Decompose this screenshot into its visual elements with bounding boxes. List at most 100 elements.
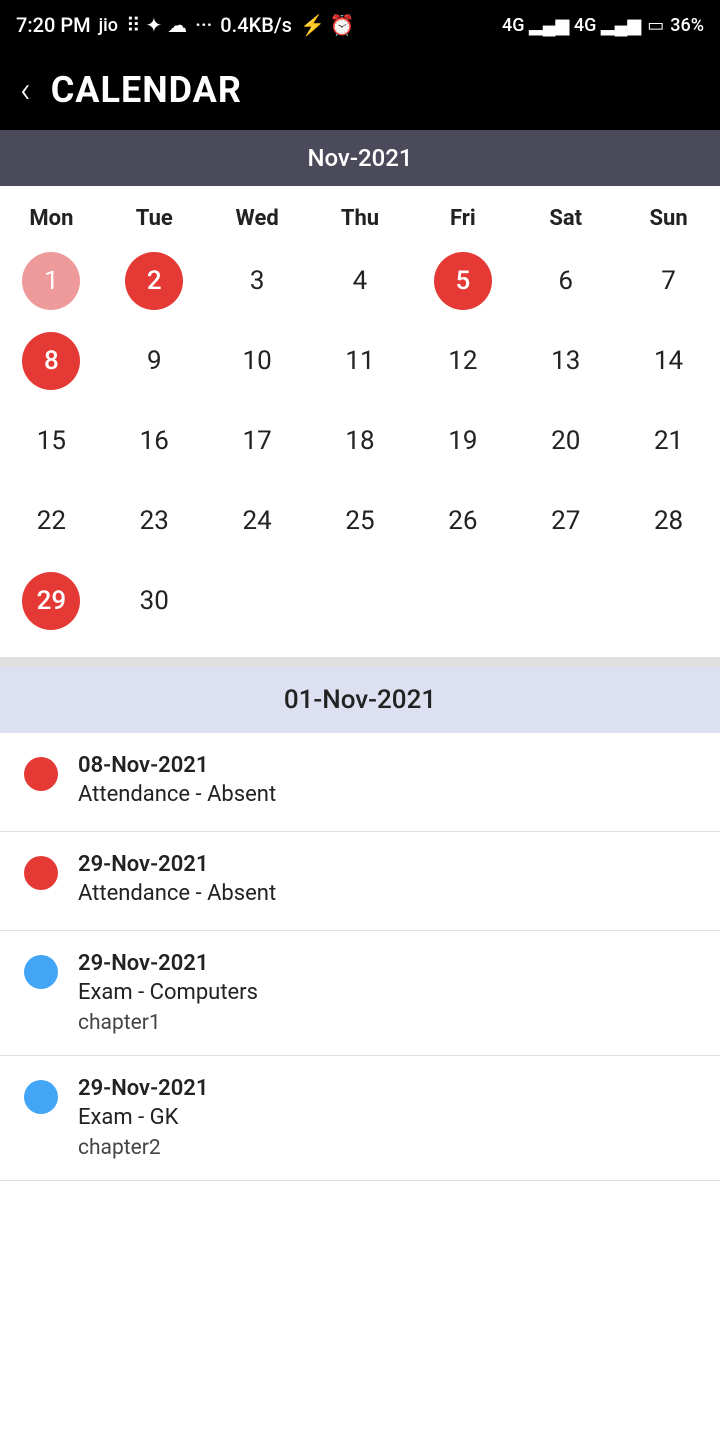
app-header: ‹ CALENDAR — [0, 50, 720, 130]
cal-cell[interactable]: 21 — [617, 405, 720, 477]
events-section: 01-Nov-2021 08-Nov-2021Attendance - Abse… — [0, 667, 720, 1181]
cal-day-14[interactable]: 14 — [640, 332, 698, 390]
cal-day-18[interactable]: 18 — [331, 412, 389, 470]
cal-day-11[interactable]: 11 — [331, 332, 389, 390]
cal-cell[interactable]: 14 — [617, 325, 720, 397]
signal-bars: 4G ▂▄▆ 4G ▂▄▆ — [502, 15, 641, 36]
cal-day-27[interactable]: 27 — [537, 492, 595, 550]
cal-cell[interactable]: 18 — [309, 405, 412, 477]
cal-cell[interactable]: 20 — [514, 405, 617, 477]
day-header-sat: Sat — [514, 206, 617, 231]
section-divider — [0, 657, 720, 667]
cal-cell[interactable]: 28 — [617, 485, 720, 557]
cal-day-1[interactable]: 1 — [22, 252, 80, 310]
cal-day-22[interactable]: 22 — [22, 492, 80, 550]
bt-icon: ⚡ ⏰ — [300, 13, 355, 37]
cal-cell[interactable]: 27 — [514, 485, 617, 557]
cal-day-3[interactable]: 3 — [228, 252, 286, 310]
cal-cell[interactable]: 25 — [309, 485, 412, 557]
cal-day-10[interactable]: 10 — [228, 332, 286, 390]
signal-icons: ⠿ ✦ ☁ — [126, 13, 187, 37]
status-right: 4G ▂▄▆ 4G ▂▄▆ ▭ 36% — [502, 15, 704, 36]
cal-cell[interactable]: 2 — [103, 245, 206, 317]
cal-cell[interactable]: 16 — [103, 405, 206, 477]
network-speed: 0.4KB/s — [220, 13, 292, 37]
event-content: 29-Nov-2021Exam - GKchapter2 — [78, 1076, 696, 1160]
cal-day-20[interactable]: 20 — [537, 412, 595, 470]
cal-day-19[interactable]: 19 — [434, 412, 492, 470]
dots-icon: ··· — [195, 13, 212, 37]
battery-level: 36% — [670, 15, 704, 36]
cal-cell[interactable]: 6 — [514, 245, 617, 317]
event-dot — [24, 1080, 58, 1114]
cal-cell[interactable]: 7 — [617, 245, 720, 317]
cal-day-17[interactable]: 17 — [228, 412, 286, 470]
cal-day-15[interactable]: 15 — [22, 412, 80, 470]
event-dot — [24, 757, 58, 791]
cal-day-28[interactable]: 28 — [640, 492, 698, 550]
event-date: 29-Nov-2021 — [78, 1076, 696, 1101]
event-dot — [24, 856, 58, 890]
cal-cell[interactable]: 13 — [514, 325, 617, 397]
cal-cell[interactable]: 11 — [309, 325, 412, 397]
day-headers: MonTueWedThuFriSatSun — [0, 196, 720, 245]
event-item[interactable]: 29-Nov-2021Exam - GKchapter2 — [0, 1056, 720, 1181]
cal-cell[interactable]: 9 — [103, 325, 206, 397]
cal-day-23[interactable]: 23 — [125, 492, 183, 550]
cal-cell[interactable]: 15 — [0, 405, 103, 477]
cal-day-26[interactable]: 26 — [434, 492, 492, 550]
day-header-tue: Tue — [103, 206, 206, 231]
cal-day-5[interactable]: 5 — [434, 252, 492, 310]
status-time: 7:20 PM — [16, 13, 91, 37]
cal-day-30[interactable]: 30 — [125, 572, 183, 630]
cal-day-16[interactable]: 16 — [125, 412, 183, 470]
event-date: 08-Nov-2021 — [78, 753, 696, 778]
cal-cell[interactable]: 3 — [206, 245, 309, 317]
day-header-thu: Thu — [309, 206, 412, 231]
cal-cell[interactable]: 8 — [0, 325, 103, 397]
event-dot — [24, 955, 58, 989]
cal-day-4[interactable]: 4 — [331, 252, 389, 310]
cal-day-25[interactable]: 25 — [331, 492, 389, 550]
day-header-mon: Mon — [0, 206, 103, 231]
cal-cell — [617, 565, 720, 637]
event-date: 29-Nov-2021 — [78, 951, 696, 976]
cal-day-2[interactable]: 2 — [125, 252, 183, 310]
cal-day-24[interactable]: 24 — [228, 492, 286, 550]
cal-cell — [411, 565, 514, 637]
cal-day-9[interactable]: 9 — [125, 332, 183, 390]
event-content: 29-Nov-2021 Attendance - Absent — [78, 852, 696, 910]
cal-cell[interactable]: 4 — [309, 245, 412, 317]
cal-day-21[interactable]: 21 — [640, 412, 698, 470]
cal-day-7[interactable]: 7 — [640, 252, 698, 310]
cal-cell[interactable]: 30 — [103, 565, 206, 637]
cal-cell[interactable]: 10 — [206, 325, 309, 397]
cal-cell[interactable]: 17 — [206, 405, 309, 477]
calendar-grid: 1234567891011121314151617181920212223242… — [0, 245, 720, 637]
event-item[interactable]: 29-Nov-2021 Attendance - Absent — [0, 832, 720, 931]
month-label[interactable]: Nov-2021 — [0, 130, 720, 186]
cal-day-12[interactable]: 12 — [434, 332, 492, 390]
back-button[interactable]: ‹ — [20, 72, 31, 108]
event-item[interactable]: 29-Nov-2021Exam - Computerschapter1 — [0, 931, 720, 1056]
cal-cell[interactable]: 26 — [411, 485, 514, 557]
cal-cell[interactable]: 24 — [206, 485, 309, 557]
cal-day-6[interactable]: 6 — [537, 252, 595, 310]
battery-icon: ▭ — [647, 15, 664, 36]
event-sub: chapter1 — [78, 1011, 696, 1035]
cal-cell[interactable]: 23 — [103, 485, 206, 557]
cal-cell[interactable]: 1 — [0, 245, 103, 317]
event-description: Attendance - Absent — [78, 881, 696, 906]
cal-cell[interactable]: 19 — [411, 405, 514, 477]
cal-cell[interactable]: 22 — [0, 485, 103, 557]
cal-cell[interactable]: 12 — [411, 325, 514, 397]
event-description: Exam - GK — [78, 1105, 696, 1130]
day-header-wed: Wed — [206, 206, 309, 231]
event-item[interactable]: 08-Nov-2021Attendance - Absent — [0, 733, 720, 832]
cal-cell[interactable]: 5 — [411, 245, 514, 317]
cal-day-13[interactable]: 13 — [537, 332, 595, 390]
cal-day-8[interactable]: 8 — [22, 332, 80, 390]
event-date: 29-Nov-2021 — [78, 852, 696, 877]
cal-day-29[interactable]: 29 — [22, 572, 80, 630]
cal-cell[interactable]: 29 — [0, 565, 103, 637]
